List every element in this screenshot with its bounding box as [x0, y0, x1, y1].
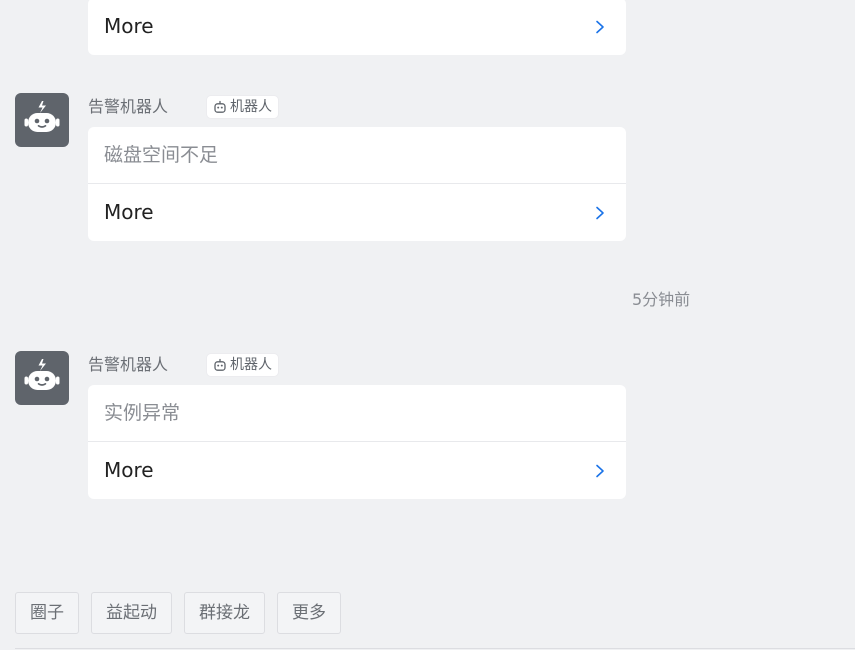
more-button[interactable]: More [88, 184, 626, 241]
chevron-right-icon [596, 206, 604, 219]
message-card: More [88, 0, 626, 55]
quick-action-bar: 圈子 益起动 群接龙 更多 [15, 592, 341, 634]
quick-action-charity[interactable]: 益起动 [91, 592, 172, 634]
bot-avatar[interactable] [15, 93, 69, 147]
divider [15, 648, 855, 649]
more-button[interactable]: More [88, 442, 626, 499]
quick-action-more[interactable]: 更多 [277, 592, 341, 634]
bot-badge: 机器人 [206, 95, 279, 119]
more-button[interactable]: More [88, 0, 626, 55]
more-label: More [104, 200, 154, 224]
alert-title: 实例异常 [88, 385, 626, 442]
sender-name: 告警机器人 [88, 97, 169, 116]
robot-icon [214, 100, 226, 113]
message-timestamp: 5分钟前 [632, 290, 691, 309]
message-card: 磁盘空间不足 More [88, 127, 626, 241]
quick-action-circle[interactable]: 圈子 [15, 592, 79, 634]
sender-name: 告警机器人 [88, 355, 169, 374]
robot-avatar-icon [24, 359, 60, 390]
quick-action-group-relay[interactable]: 群接龙 [184, 592, 265, 634]
robot-icon [214, 358, 226, 371]
more-label: More [104, 14, 154, 38]
bot-badge-label: 机器人 [230, 357, 272, 373]
bot-badge: 机器人 [206, 353, 279, 377]
robot-avatar-icon [24, 101, 60, 132]
bot-badge-label: 机器人 [230, 99, 272, 115]
bot-avatar[interactable] [15, 351, 69, 405]
message-card: 实例异常 More [88, 385, 626, 499]
chat-message-area: More 告警机器人 机器人 磁盘空间不足 More 5分钟前 告警机器人 机器… [0, 0, 855, 650]
more-label: More [104, 458, 154, 482]
chevron-right-icon [596, 20, 604, 33]
alert-title: 磁盘空间不足 [88, 127, 626, 184]
chevron-right-icon [596, 464, 604, 477]
